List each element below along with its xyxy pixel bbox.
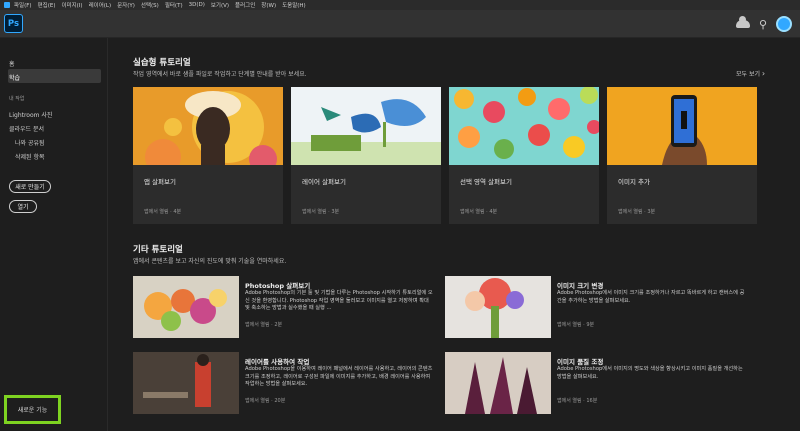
main-content: 실습형 튜토리얼 작업 영역에서 바로 샘플 파일로 작업하고 단계별 안내를 … [108,38,800,431]
list-item-meta: 앱에서 열림 · 20분 [245,398,286,404]
flowers-illustration [144,289,227,331]
bouquet-illustration [465,278,524,338]
card-image-portrait [133,87,283,165]
sidebar-item-lightroom[interactable]: Lightroom 사진 [9,110,52,119]
app-icon [4,2,10,8]
card-title: 레이어 살펴보기 [302,178,346,186]
menu-help[interactable]: 도움말(H) [282,1,306,9]
list-item-meta: 앱에서 열림 · 2분 [245,322,283,328]
list-thumb-callas [445,352,551,414]
menu-layer[interactable]: 레이어(L) [89,1,112,9]
sidebar-item-shared[interactable]: 나와 공유됨 [15,138,45,147]
cloud-icon[interactable] [735,16,750,28]
list-item-desc: Adobe Photoshop의 기본 툴 및 기법을 다루는 Photosho… [245,290,433,311]
list-item-meta: 앱에서 열림 · 9분 [557,322,595,328]
menu-type[interactable]: 문자(Y) [117,1,135,9]
sidebar-item-deleted[interactable]: 삭제된 항목 [15,152,45,161]
list-item-title: 레이어를 사용하여 작업 [245,358,310,366]
card-title: 앱 살펴보기 [144,178,176,186]
list-item[interactable]: Photoshop 살펴보기 Adobe Photoshop의 기본 툴 및 기… [133,276,433,340]
app-header: Ps ⚲ [0,10,800,38]
tutorial-card[interactable]: 레이어 살펴보기 앱에서 열림 · 3분 [291,87,441,224]
card-image-phone [607,87,757,165]
list-item[interactable]: 이미지 품질 조정 Adobe Photoshop에서 이미지의 명도와 색상을… [445,352,765,416]
layers-illustration [291,99,441,165]
chevron-right-icon: › [761,69,766,78]
search-icon[interactable]: ⚲ [759,18,767,31]
menu-window[interactable]: 창(W) [261,1,276,9]
tutorial-card[interactable]: 이미지 추가 앱에서 열림 · 3분 [607,87,757,224]
open-button[interactable]: 열기 [9,200,37,213]
tutorial-card[interactable]: 선택 영역 살펴보기 앱에서 열림 · 4분 [449,87,599,224]
card-title: 이미지 추가 [618,178,650,186]
list-item-title: Photoshop 살펴보기 [245,282,311,290]
menu-plugins[interactable]: 플러그인 [235,1,255,9]
card-meta: 앱에서 열림 · 4분 [144,209,182,215]
tutorial-card[interactable]: 앱 살펴보기 앱에서 열림 · 4분 [133,87,283,224]
list-thumb-workshop [133,352,239,414]
list-item-desc: Adobe Photoshop을 이용하여 레이어 패널에서 레이어를 사용하고… [245,366,433,387]
portrait-illustration [145,91,277,165]
menu-bar: 파일(F) 편집(E) 이미지(I) 레이어(L) 문자(Y) 선택(S) 필터… [0,0,800,10]
other-subtitle: 앱에서 콘텐츠를 보고 자신의 진도에 맞춰 기술을 연마하세요. [133,258,287,265]
fruit-illustration [454,87,599,159]
menu-image[interactable]: 이미지(I) [61,1,82,9]
menu-file[interactable]: 파일(F) [14,1,32,9]
sidebar-item-learn[interactable]: 학습 [9,73,20,82]
hands-on-subtitle: 작업 영역에서 바로 샘플 파일로 작업하고 단계별 안내를 받아 보세요. [133,71,307,78]
menu-select[interactable]: 선택(S) [141,1,159,9]
see-all-label: 모두 보기 [736,71,760,78]
card-title: 선택 영역 살펴보기 [460,178,512,186]
card-image-layers [291,87,441,165]
avatar[interactable] [776,16,792,32]
menu-3d[interactable]: 3D(D) [189,2,205,8]
card-image-fruit [449,87,599,165]
whats-new-button[interactable]: 새로운 기능 [4,395,61,424]
list-thumb-flowers [133,276,239,338]
see-all-link[interactable]: 모두 보기 › [736,69,765,78]
card-meta: 앱에서 열림 · 4분 [460,209,498,215]
menu-view[interactable]: 보기(V) [211,1,229,9]
card-meta: 앱에서 열림 · 3분 [618,209,656,215]
list-item-title: 이미지 크기 변경 [557,282,604,290]
phone-illustration [662,95,707,165]
sidebar-heading-your-files: 내 작업 [9,96,25,102]
list-item-desc: Adobe Photoshop에서 이미지 크기를 조정하거나 자르고 똑바르게… [557,290,745,304]
sidebar-active-bg [8,69,101,83]
hands-on-title: 실습형 튜토리얼 [133,58,191,68]
list-item-title: 이미지 품질 조정 [557,358,604,366]
workshop-illustration [133,352,239,414]
list-item[interactable]: 이미지 크기 변경 Adobe Photoshop에서 이미지 크기를 조정하거… [445,276,765,340]
sidebar-item-cloud-docs[interactable]: 클라우드 문서 [9,124,44,133]
callas-illustration [465,357,537,414]
card-meta: 앱에서 열림 · 3분 [302,209,340,215]
photoshop-logo[interactable]: Ps [4,14,23,33]
list-item-meta: 앱에서 열림 · 16분 [557,398,598,404]
other-title: 기타 튜토리얼 [133,245,183,255]
new-button[interactable]: 새로 만들기 [9,180,51,193]
list-item[interactable]: 레이어를 사용하여 작업 Adobe Photoshop을 이용하여 레이어 패… [133,352,433,416]
sidebar-item-home[interactable]: 홈 [9,59,15,68]
list-thumb-bouquet [445,276,551,338]
menu-filter[interactable]: 필터(T) [165,1,183,9]
menu-edit[interactable]: 편집(E) [38,1,56,9]
sidebar: 홈 학습 내 작업 Lightroom 사진 클라우드 문서 나와 공유됨 삭제… [0,38,108,431]
list-item-desc: Adobe Photoshop에서 이미지의 명도와 색상을 향상시키고 이미지… [557,366,743,380]
